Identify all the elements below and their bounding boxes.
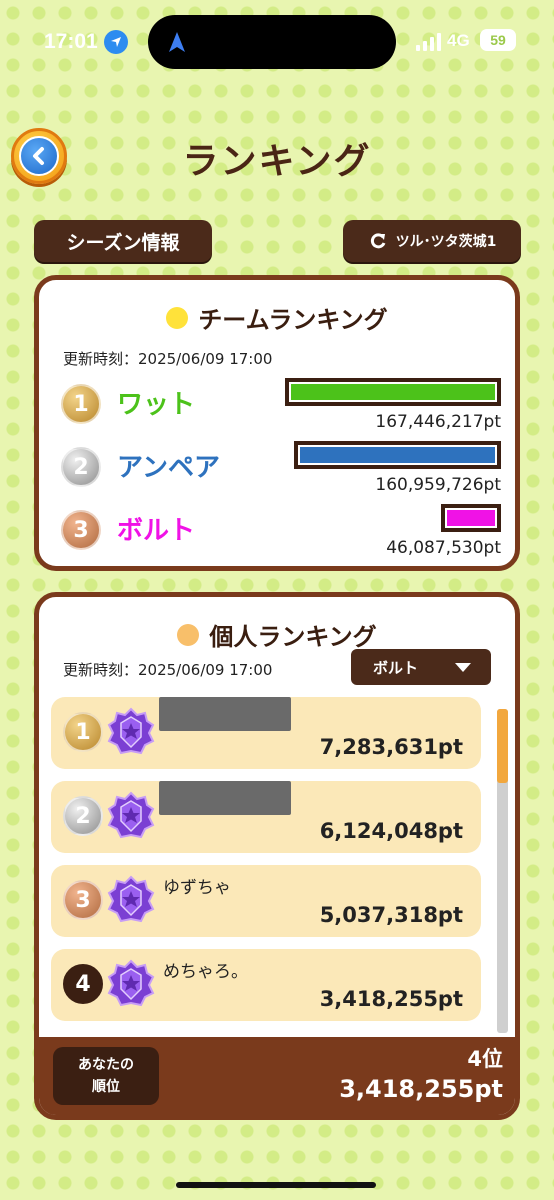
player-points: 7,283,631pt <box>319 735 463 759</box>
silver-medal-icon: 2 <box>63 796 103 836</box>
my-rank-label: あなたの 順位 <box>53 1047 159 1105</box>
my-rank-points: 3,418,255pt <box>339 1075 503 1103</box>
ranking-row[interactable]: 1 7,283,631pt <box>51 697 481 769</box>
team-score-bar-fill <box>447 510 495 526</box>
team-row: 1 ワット 167,446,217pt <box>61 378 501 434</box>
gold-medal-icon: 1 <box>63 712 103 752</box>
team-filter-value: ボルト <box>373 658 419 677</box>
ranking-row[interactable]: 3 ゆずちゃ 5,037,318pt <box>51 865 481 937</box>
my-rank-position: 4位 <box>467 1047 503 1071</box>
personal-ranking-title-text: 個人ランキング <box>209 623 377 651</box>
rank-emblem-icon <box>107 875 155 927</box>
gold-medal-icon: 1 <box>61 384 101 424</box>
player-points: 3,418,255pt <box>319 987 463 1011</box>
my-rank-label-line2: 順位 <box>92 1079 120 1095</box>
page-title: ランキング <box>182 141 372 182</box>
player-name: めちゃろ。 <box>163 962 248 982</box>
battery-icon: 59 <box>480 29 516 51</box>
personal-updated-time: 更新時刻：2025/06/09 17:00 <box>63 661 273 679</box>
signal-icon <box>416 33 441 51</box>
location-icon <box>104 30 128 54</box>
team-score-bar-fill <box>300 447 495 463</box>
dynamic-island <box>148 15 396 69</box>
scrollbar-thumb[interactable] <box>497 709 508 783</box>
team-points: 160,959,726pt <box>375 475 501 495</box>
orange-dot-icon <box>177 623 200 646</box>
rank-emblem-icon <box>107 959 155 1011</box>
team-name: ワット <box>117 390 196 420</box>
team-row: 2 アンペア 160,959,726pt <box>61 441 501 497</box>
refresh-icon <box>370 233 386 249</box>
rank-emblem-icon <box>107 791 155 843</box>
network-type: 4G <box>447 31 470 50</box>
rank-emblem-icon <box>107 707 155 759</box>
yellow-dot-icon <box>166 306 189 329</box>
redacted-name <box>159 781 291 815</box>
status-time: 17:01 <box>44 30 98 53</box>
season-info-button[interactable]: シーズン情報 <box>34 220 212 262</box>
team-name: ボルト <box>117 516 196 546</box>
season-info-label: シーズン情報 <box>66 231 180 254</box>
team-name: アンペア <box>117 453 220 483</box>
player-points: 5,037,318pt <box>319 903 463 927</box>
ranking-list[interactable]: 1 7,283,631pt 2 6,124,048pt 3 ゆずちゃ 5,037… <box>51 697 485 1033</box>
scrollbar[interactable] <box>497 709 508 1033</box>
team-score-bar-fill <box>291 384 495 400</box>
personal-ranking-title: 個人ランキング <box>39 617 515 652</box>
ranking-row[interactable]: 2 6,124,048pt <box>51 781 481 853</box>
redacted-name <box>159 697 291 731</box>
silver-medal-icon: 2 <box>61 447 101 487</box>
my-rank-bar: あなたの 順位 4位 3,418,255pt <box>39 1037 515 1115</box>
team-switch-label: ツル･ツタ茨城1 <box>395 234 497 250</box>
team-row: 3 ボルト 46,087,530pt <box>61 504 501 560</box>
team-score-bar <box>441 504 501 532</box>
status-bar: 17:01 4G 59 <box>0 0 554 86</box>
team-filter-dropdown[interactable]: ボルト <box>351 649 491 685</box>
home-indicator <box>176 1182 376 1188</box>
team-points: 46,087,530pt <box>386 538 501 558</box>
bronze-medal-icon: 3 <box>61 510 101 550</box>
navigation-arrow-icon <box>169 32 185 52</box>
chevron-down-icon <box>455 663 471 672</box>
my-rank-label-line1: あなたの <box>78 1057 134 1073</box>
ranking-row[interactable]: 4 めちゃろ。 3,418,255pt <box>51 949 481 1021</box>
bronze-medal-icon: 3 <box>63 880 103 920</box>
team-ranking-title: チームランキング <box>39 300 515 335</box>
rank-badge-icon: 4 <box>63 964 103 1004</box>
personal-ranking-card: 個人ランキング 更新時刻：2025/06/09 17:00 ボルト 1 7,28… <box>34 592 520 1120</box>
team-updated-time: 更新時刻：2025/06/09 17:00 <box>63 350 273 368</box>
player-name: ゆずちゃ <box>163 878 231 898</box>
team-score-bar <box>285 378 501 406</box>
team-score-bar <box>294 441 501 469</box>
team-ranking-card: チームランキング 更新時刻：2025/06/09 17:00 1 ワット 167… <box>34 275 520 571</box>
team-switch-button[interactable]: ツル･ツタ茨城1 <box>343 220 521 262</box>
team-points: 167,446,217pt <box>375 412 501 432</box>
player-points: 6,124,048pt <box>319 819 463 843</box>
team-ranking-title-text: チームランキング <box>198 306 388 334</box>
